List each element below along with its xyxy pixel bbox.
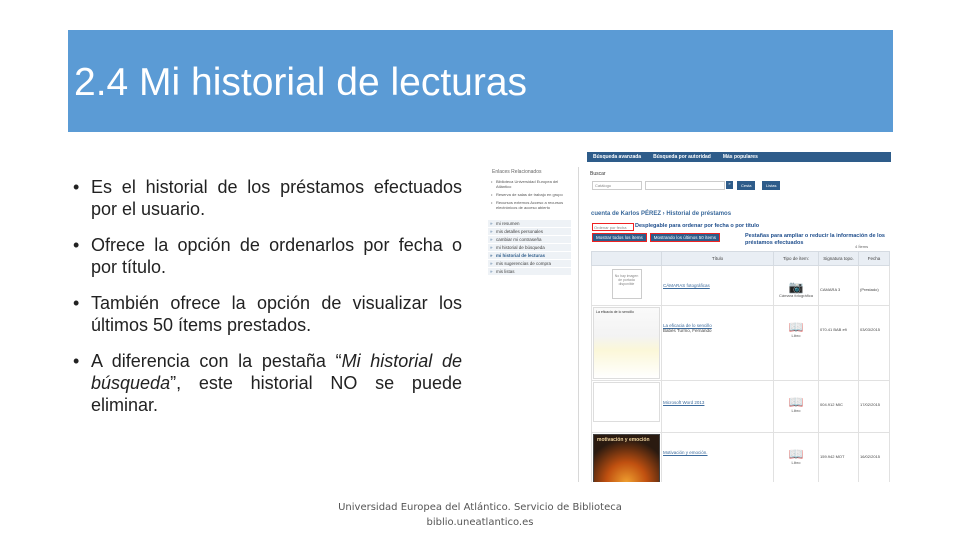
menu-personal-details[interactable]: mis detalles personales — [488, 228, 571, 236]
menu-change-password[interactable]: cambiar mi contraseña — [488, 236, 571, 244]
book-cover: La eficacia de lo sencillo — [593, 307, 660, 379]
nav-authority-search[interactable]: Búsqueda por autoridad — [653, 154, 711, 160]
annotation-sort: Desplegable para ordenar por fecha o por… — [635, 223, 760, 229]
sidebar: Enlaces Relacionados Biblioteca Universi… — [488, 169, 571, 314]
item-title-link[interactable]: La eficacia de lo sencillo — [663, 307, 772, 328]
table-row: La eficacia de lo sencillo La eficacia d… — [591, 305, 890, 381]
menu-lists[interactable]: mis listas — [488, 268, 571, 276]
cart-button[interactable]: Cesta — [737, 181, 756, 190]
footer: Universidad Europea del Atlántico. Servi… — [320, 500, 640, 530]
search-go-button[interactable]: » — [726, 181, 733, 189]
tab-show-all[interactable]: Mostrar todos los ítems — [592, 233, 647, 242]
menu-search-history[interactable]: mi historial de búsqueda — [488, 244, 571, 252]
no-cover-placeholder: No hay imagen de portada disponible — [611, 269, 642, 299]
book-icon: 📖 — [788, 447, 804, 461]
col-title[interactable]: Título — [661, 251, 774, 266]
footer-url[interactable]: biblio.uneatlantico.es — [320, 515, 640, 530]
camera-icon: 📷 — [788, 280, 804, 294]
top-nav: Búsqueda avanzada Búsqueda por autoridad… — [587, 152, 891, 162]
search-label: Buscar — [590, 171, 606, 177]
lists-button[interactable]: Listas — [762, 181, 781, 190]
slide-title: 2.4 Mi historial de lecturas — [74, 61, 528, 104]
nav-most-popular[interactable]: Más populares — [723, 154, 758, 160]
history-tabs: Mostrar todos los ítems Mostrando los úl… — [592, 233, 721, 242]
bullet-item: • Ofrece la opción de ordenarlos por fech… — [73, 235, 462, 277]
book-cover — [593, 382, 660, 422]
item-title-link[interactable]: Motivación y emoción. — [663, 434, 772, 455]
menu-reading-history[interactable]: mi historial de lecturas — [488, 252, 571, 260]
sort-select[interactable]: Ordenar por fecha — [592, 223, 634, 231]
book-icon: 📖 — [788, 395, 804, 409]
col-signature: Signatura topo. — [818, 251, 859, 266]
loans-table: Título Tipo de ítem: Signatura topo. Fec… — [591, 251, 890, 482]
title-bar: 2.4 Mi historial de lecturas — [68, 30, 893, 132]
col-type: Tipo de ítem: — [773, 251, 819, 266]
sidebar-link[interactable]: Biblioteca Universidad Europea del Atlán… — [488, 179, 571, 189]
sidebar-heading: Enlaces Relacionados — [492, 169, 542, 175]
sidebar-link[interactable]: Reserva de salas de trabajo en grupo — [488, 192, 571, 197]
menu-purchase-suggestions[interactable]: mis sugerencias de compra — [488, 260, 571, 268]
table-row: motivación y emoción Motivación y emoció… — [591, 432, 890, 482]
divider — [578, 167, 579, 482]
bullet-item: • Es el historial de los préstamos efectu… — [73, 177, 462, 219]
table-row: No hay imagen de portada disponible CÁMA… — [591, 265, 890, 306]
item-title-link[interactable]: Microsoft Word 2013 — [663, 382, 772, 405]
bullet-list: • Es el historial de los préstamos efectu… — [73, 176, 462, 430]
annotation-tabs: Pestañas para ampliar o reducir la infor… — [745, 233, 885, 246]
item-count: 4 Ítems — [855, 244, 869, 249]
item-author: Babés Turmo, Fernando — [663, 328, 712, 333]
catalog-select[interactable]: Catálogo — [592, 181, 642, 190]
tab-last-50[interactable]: Mostrando los últimos 50 ítems — [649, 233, 721, 242]
bullet-item: • A diferencia con la pestaña “Mi histori… — [73, 351, 462, 415]
item-title-link[interactable]: CÁMARAS fotográficas — [663, 267, 772, 288]
search-input[interactable] — [645, 181, 725, 190]
col-date[interactable]: Fecha — [858, 251, 890, 266]
sidebar-link[interactable]: Recursos externos Acceso a recursos elec… — [488, 200, 571, 210]
account-breadcrumb: cuenta de Karlos PÉREZ › Historial de pr… — [591, 211, 732, 217]
nav-advanced-search[interactable]: Búsqueda avanzada — [593, 154, 641, 160]
embedded-screenshot: Búsqueda avanzada Búsqueda por autoridad… — [485, 147, 892, 482]
menu-summary[interactable]: mi resumen — [488, 220, 571, 228]
bullet-item: • También ofrece la opción de visualizar … — [73, 293, 462, 335]
book-cover: motivación y emoción — [593, 434, 660, 482]
footer-institution: Universidad Europea del Atlántico. Servi… — [338, 502, 622, 513]
account-menu: mi resumen mis detalles personales cambi… — [488, 220, 571, 276]
book-icon: 📖 — [788, 320, 804, 334]
table-row: Microsoft Word 2013 📖 Libro 004.912 MIC 1… — [591, 380, 890, 433]
table-header: Título Tipo de ítem: Signatura topo. Fec… — [591, 251, 890, 266]
